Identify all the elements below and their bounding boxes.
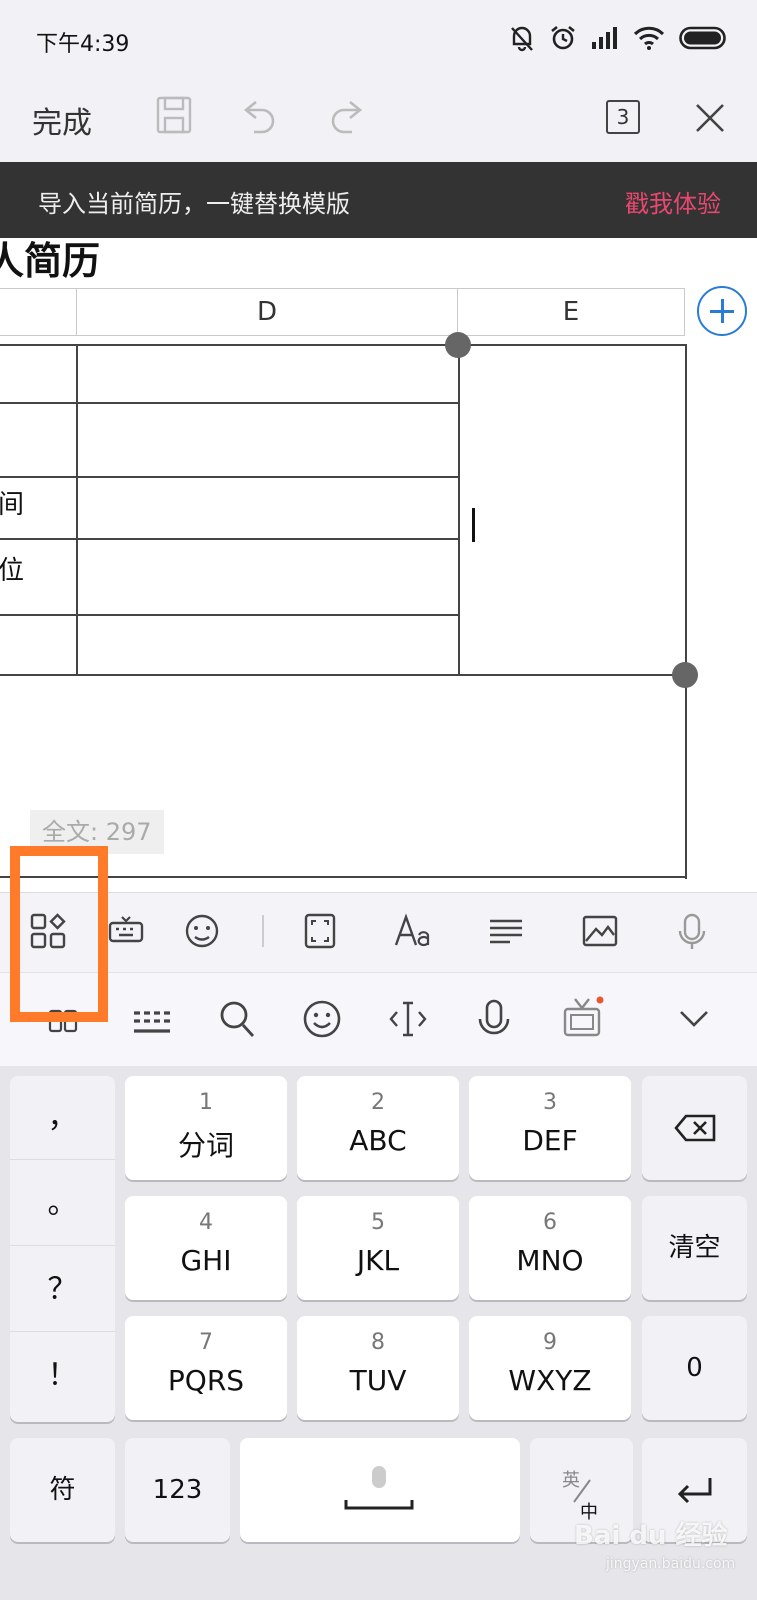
table-row-line [0, 476, 458, 478]
cell-label-time: 间 [0, 490, 25, 520]
cursor-move-icon[interactable] [388, 999, 428, 1039]
punct-comma-key[interactable]: ， [10, 1076, 115, 1160]
key-4[interactable]: 4 GHI [125, 1196, 287, 1300]
search-icon[interactable] [218, 999, 256, 1039]
edit-toolbar [0, 892, 757, 972]
key-5[interactable]: 5 JKL [297, 1196, 459, 1300]
status-time: 下午4:39 [36, 32, 130, 57]
column-header-c[interactable] [0, 288, 77, 336]
key-9[interactable]: 9 WXYZ [469, 1316, 631, 1420]
key-2[interactable]: 2 ABC [297, 1076, 459, 1180]
battery-icon [679, 26, 726, 50]
fullscreen-icon[interactable] [304, 913, 336, 949]
bell-muted-icon [511, 26, 533, 52]
enter-icon [677, 1478, 712, 1504]
key-1[interactable]: 1 分词 [125, 1076, 287, 1180]
toolbar-divider [262, 915, 264, 947]
table-border-top [0, 344, 686, 346]
column-header-d[interactable]: D [76, 288, 458, 336]
ime-toolbar [0, 972, 757, 1066]
alarm-icon [551, 25, 575, 50]
punct-period-key[interactable]: 。 [10, 1162, 115, 1246]
table-col-line [76, 344, 78, 675]
page-count-button[interactable]: 3 [606, 100, 640, 134]
backspace-key[interactable] [642, 1076, 747, 1180]
microphone-icon[interactable] [676, 913, 708, 951]
symbol-key[interactable]: 符 [10, 1438, 115, 1542]
column-header-e[interactable]: E [457, 288, 685, 336]
number-key[interactable]: 123 [125, 1438, 230, 1542]
highlight-box [10, 846, 108, 1022]
key-7[interactable]: 7 PQRS [125, 1316, 287, 1420]
emoji-face-icon[interactable] [184, 913, 220, 949]
done-button[interactable]: 完成 [32, 98, 92, 142]
table-col-line [685, 344, 687, 879]
selection-handle-top[interactable] [445, 332, 471, 358]
top-toolbar: 完成 3 [0, 80, 757, 162]
tv-icon[interactable] [562, 995, 604, 1039]
font-icon[interactable] [394, 913, 434, 949]
redo-icon[interactable] [328, 96, 364, 134]
document-canvas[interactable]: 人简历 D E 丨 间 位 全文: 297 [0, 238, 757, 892]
clear-key[interactable]: 清空 [642, 1196, 747, 1300]
collapse-icon[interactable] [678, 1009, 710, 1029]
add-column-button[interactable] [697, 286, 747, 336]
table-row-line [0, 538, 458, 540]
key-8[interactable]: 8 TUV [297, 1316, 459, 1420]
save-icon[interactable] [156, 96, 192, 134]
table-row-line [0, 614, 458, 616]
key-6[interactable]: 6 MNO [469, 1196, 631, 1300]
image-icon[interactable] [582, 913, 618, 949]
space-key[interactable] [240, 1438, 520, 1542]
punct-question-key[interactable]: ？ [10, 1248, 115, 1332]
selection-handle-bottom[interactable] [672, 662, 698, 688]
space-mic-icon [344, 1466, 414, 1510]
align-icon[interactable] [488, 913, 524, 949]
backspace-icon [674, 1114, 716, 1142]
cell-label-position: 位 [0, 556, 25, 586]
punctuation-column[interactable]: ， 。 ？ ！ [10, 1076, 115, 1422]
keyboard-icon[interactable] [132, 1009, 172, 1037]
try-now-link[interactable]: 戳我体验 [625, 184, 721, 219]
banner-text: 导入当前简历，一键替换模版 [38, 190, 350, 218]
text-cursor [472, 508, 475, 542]
punct-exclaim-key[interactable]: ！ [10, 1334, 115, 1418]
signal-icon [592, 27, 617, 49]
status-icons [509, 24, 727, 52]
status-bar: 下午4:39 [0, 0, 757, 80]
voice-icon[interactable] [476, 999, 512, 1041]
watermark-url: jingyan.baidu.com [606, 1556, 736, 1572]
smiley-icon[interactable] [302, 999, 342, 1039]
zero-key[interactable]: 0 [642, 1316, 747, 1420]
document-title: 人简历 [0, 239, 101, 283]
table-row-line [0, 402, 458, 404]
slash-icon [573, 1479, 591, 1503]
wifi-icon [633, 26, 665, 50]
close-icon[interactable] [694, 102, 726, 134]
baidu-watermark: Bai du 经验 [574, 1521, 728, 1551]
table-col-line [458, 344, 460, 675]
table-border-bottom [0, 674, 686, 676]
keyboard-icon[interactable] [108, 913, 144, 949]
key-3[interactable]: 3 DEF [469, 1076, 631, 1180]
undo-icon[interactable] [242, 96, 278, 134]
template-banner: 导入当前简历，一键替换模版 戳我体验 [0, 162, 757, 238]
cell-fragment: 丨 [0, 358, 8, 395]
